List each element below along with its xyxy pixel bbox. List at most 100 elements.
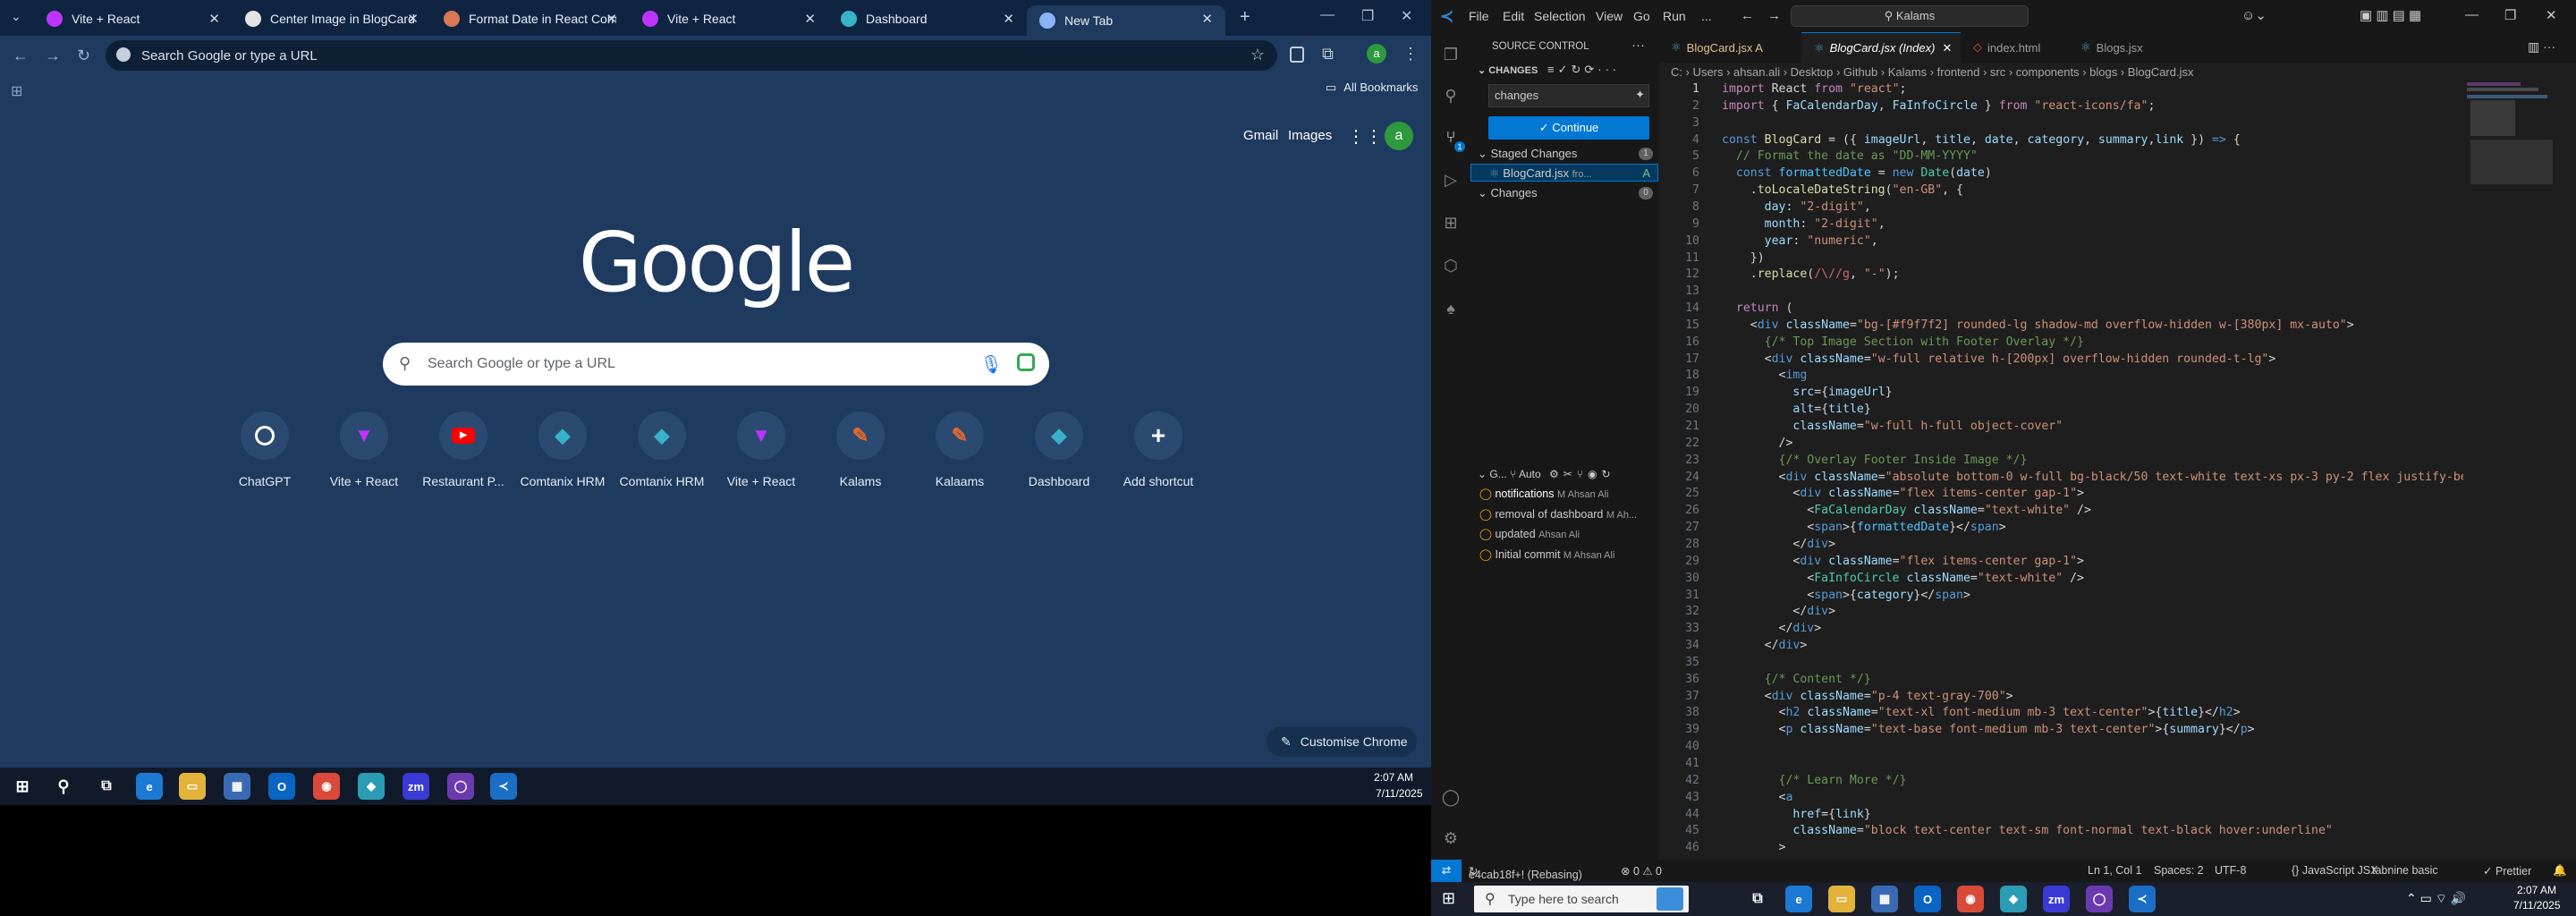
run-debug-icon[interactable]: ▷: [1441, 170, 1461, 190]
all-bookmarks[interactable]: ▭ All Bookmarks: [1326, 81, 1418, 95]
editor-tab[interactable]: ⚛ BlogCard.jsx A: [1658, 32, 1801, 63]
gmail-link[interactable]: Gmail: [1243, 128, 1278, 143]
code-line[interactable]: <img: [1722, 369, 1808, 382]
edge-icon[interactable]: e: [1785, 886, 1812, 912]
close-icon[interactable]: ✕: [804, 11, 816, 27]
close-icon[interactable]: ✕: [407, 11, 419, 27]
nav-forward-icon[interactable]: →: [1767, 8, 1781, 23]
shortcut-tile[interactable]: ◆ Comtanix HRM: [513, 411, 613, 488]
add-shortcut-tile[interactable]: + Add shortcut: [1108, 411, 1208, 488]
menu-go[interactable]: Go: [1633, 9, 1650, 23]
code-line[interactable]: <div className="p-4 text-gray-700">: [1722, 690, 2013, 703]
code-editor[interactable]: 1 import React from "react"; 2 import { FaC…: [1658, 82, 2463, 857]
customise-chrome-button[interactable]: ✎ Customise Chrome: [1267, 726, 1417, 757]
microphone-icon[interactable]: 🎙: [980, 353, 1003, 376]
problems-status[interactable]: ⊗ 0 ⚠ 0: [1621, 864, 1662, 878]
explorer-icon[interactable]: ❐: [1441, 45, 1461, 64]
staged-changes-group[interactable]: ⌄ Staged Changes 1: [1478, 145, 1655, 163]
editor-tab[interactable]: ◇ index.html: [1961, 32, 2068, 63]
code-line[interactable]: >: [1722, 841, 1786, 854]
extension-icon[interactable]: [1290, 47, 1304, 63]
close-icon[interactable]: ✕: [208, 11, 220, 27]
shortcut-tile[interactable]: ◆ Dashboard: [1009, 411, 1109, 488]
shortcut-tile[interactable]: ChatGPT: [215, 411, 315, 488]
edge-icon[interactable]: e: [136, 773, 163, 800]
search-icon[interactable]: ⚲: [1441, 86, 1461, 106]
encoding-status[interactable]: UTF-8: [2215, 864, 2246, 877]
task-view-icon[interactable]: ⧉: [93, 773, 120, 800]
code-line[interactable]: import { FaCalendarDay, FaInfoCircle } f…: [1722, 99, 2155, 113]
code-line[interactable]: </div>: [1722, 639, 1808, 652]
code-line[interactable]: <span>{formattedDate}</span>: [1722, 521, 2005, 534]
close-window-icon[interactable]: ✕: [1401, 7, 1412, 25]
settings-gear-icon[interactable]: ⚙: [1441, 828, 1461, 848]
app-icon[interactable]: ◆: [2000, 886, 2027, 912]
windows-start-icon[interactable]: ⊞: [9, 773, 36, 800]
indentation-status[interactable]: Spaces: 2: [2154, 864, 2204, 877]
commit-item[interactable]: ◯ updated Ahsan Ali: [1479, 525, 1657, 546]
remote-icon[interactable]: ⬡: [1441, 256, 1461, 276]
more-actions-icon[interactable]: ···: [1631, 38, 1645, 53]
cursor-position[interactable]: Ln 1, Col 1: [2088, 864, 2141, 877]
editor-tab[interactable]: ⚛ Blogs.jsx: [2068, 32, 2175, 63]
code-line[interactable]: <FaCalendarDay className="text-white" />: [1722, 504, 2091, 517]
github-icon[interactable]: ◯: [447, 773, 474, 800]
code-line[interactable]: href={link}: [1722, 808, 1870, 821]
code-line[interactable]: .replace(/\//g, "-");: [1722, 267, 1900, 281]
branch-status[interactable]: ⑂ e4cab18f+! (Rebasing) ↻: [1469, 864, 1582, 881]
menu-more[interactable]: ...: [1701, 9, 1712, 23]
back-icon[interactable]: ←: [13, 47, 29, 65]
google-apps-icon[interactable]: ⋮⋮: [1347, 125, 1383, 148]
github-icon[interactable]: ◯: [2086, 886, 2113, 912]
continue-button[interactable]: ✓ Continue: [1488, 116, 1649, 140]
code-line[interactable]: className="block text-center text-sm fon…: [1722, 824, 2332, 837]
new-tab-button[interactable]: +: [1240, 7, 1250, 28]
code-line[interactable]: <p className="text-base font-medium mb-3…: [1722, 723, 2255, 736]
close-icon[interactable]: ✕: [1942, 41, 1952, 55]
code-line[interactable]: <FaInfoCircle className="text-white" />: [1722, 572, 2084, 585]
shortcut-tile[interactable]: ✎ Kalams: [810, 411, 911, 488]
vscode-icon[interactable]: ≺: [490, 773, 517, 800]
commit-item[interactable]: ◯ Initial commit M Ahsan Ali: [1479, 546, 1657, 566]
account-icon[interactable]: ◯: [1441, 787, 1461, 807]
breadcrumb[interactable]: C: › Users › ahsan.ali › Desktop › Githu…: [1658, 63, 2576, 82]
code-line[interactable]: const BlogCard = ({ imageUrl, title, dat…: [1722, 133, 2241, 147]
shortcut-tile[interactable]: ▼ Vite + React: [314, 411, 414, 488]
browser-tab-active[interactable]: New Tab ✕: [1027, 5, 1225, 36]
bookmark-star-icon[interactable]: ☆: [1250, 46, 1265, 64]
remote-indicator-icon[interactable]: ⇄: [1431, 860, 1462, 882]
commit-item[interactable]: ◯ notifications M Ahsan Ali: [1479, 485, 1657, 505]
system-tray-icons[interactable]: ⌃ ▭ ⌔ 🔊: [2406, 891, 2466, 907]
browser-tab[interactable]: Dashboard ✕: [828, 5, 1027, 32]
section-header[interactable]: ⌄ CHANGES: [1478, 64, 1538, 76]
sparkle-icon[interactable]: ✦: [1635, 88, 1645, 102]
close-icon[interactable]: ✕: [1003, 11, 1014, 27]
code-line[interactable]: import React from "react";: [1722, 82, 1906, 96]
graph-header[interactable]: ⌄ G... ⑂ Auto ⚙✂⑂◉↻: [1478, 465, 1655, 483]
language-mode[interactable]: {} JavaScript JSX: [2292, 864, 2378, 877]
file-explorer-icon[interactable]: ▭: [1828, 886, 1855, 912]
code-line[interactable]: src={imageUrl}: [1722, 386, 1892, 399]
vscode-icon[interactable]: ≺: [2129, 886, 2156, 912]
code-line[interactable]: alt={title}: [1722, 403, 1870, 416]
store-icon[interactable]: ▦: [1871, 886, 1898, 912]
shortcut-tile[interactable]: ◆ Comtanix HRM: [612, 411, 712, 488]
nav-back-icon[interactable]: ←: [1741, 8, 1754, 23]
reload-icon[interactable]: ↻: [77, 47, 90, 65]
code-line[interactable]: {/* Top Image Section with Footer Overla…: [1722, 335, 2084, 349]
code-line[interactable]: className="w-full h-full object-cover": [1722, 420, 2063, 433]
close-window-icon[interactable]: ✕: [2546, 7, 2557, 23]
scm-actions-icon[interactable]: ≡✓↻⟳···: [1547, 63, 1620, 77]
code-line[interactable]: <div className="flex items-center gap-1"…: [1722, 555, 2084, 568]
tab-search-icon[interactable]: ⌄: [11, 9, 21, 24]
code-line[interactable]: // Format the date as "DD-MM-YYYY": [1722, 149, 1978, 163]
commit-message-input[interactable]: changes ✦: [1488, 84, 1649, 107]
taskbar-search[interactable]: ⚲ Type here to search: [1474, 886, 1689, 912]
code-line[interactable]: <div className="flex items-center gap-1"…: [1722, 487, 2084, 500]
zoom-icon[interactable]: zm: [402, 773, 429, 800]
chrome-icon[interactable]: ◉: [313, 773, 340, 800]
code-line[interactable]: <div className="absolute bottom-0 w-full…: [1722, 471, 2463, 484]
menu-run[interactable]: Run: [1663, 9, 1686, 23]
images-link[interactable]: Images: [1288, 128, 1332, 143]
menu-view[interactable]: View: [1596, 9, 1623, 23]
